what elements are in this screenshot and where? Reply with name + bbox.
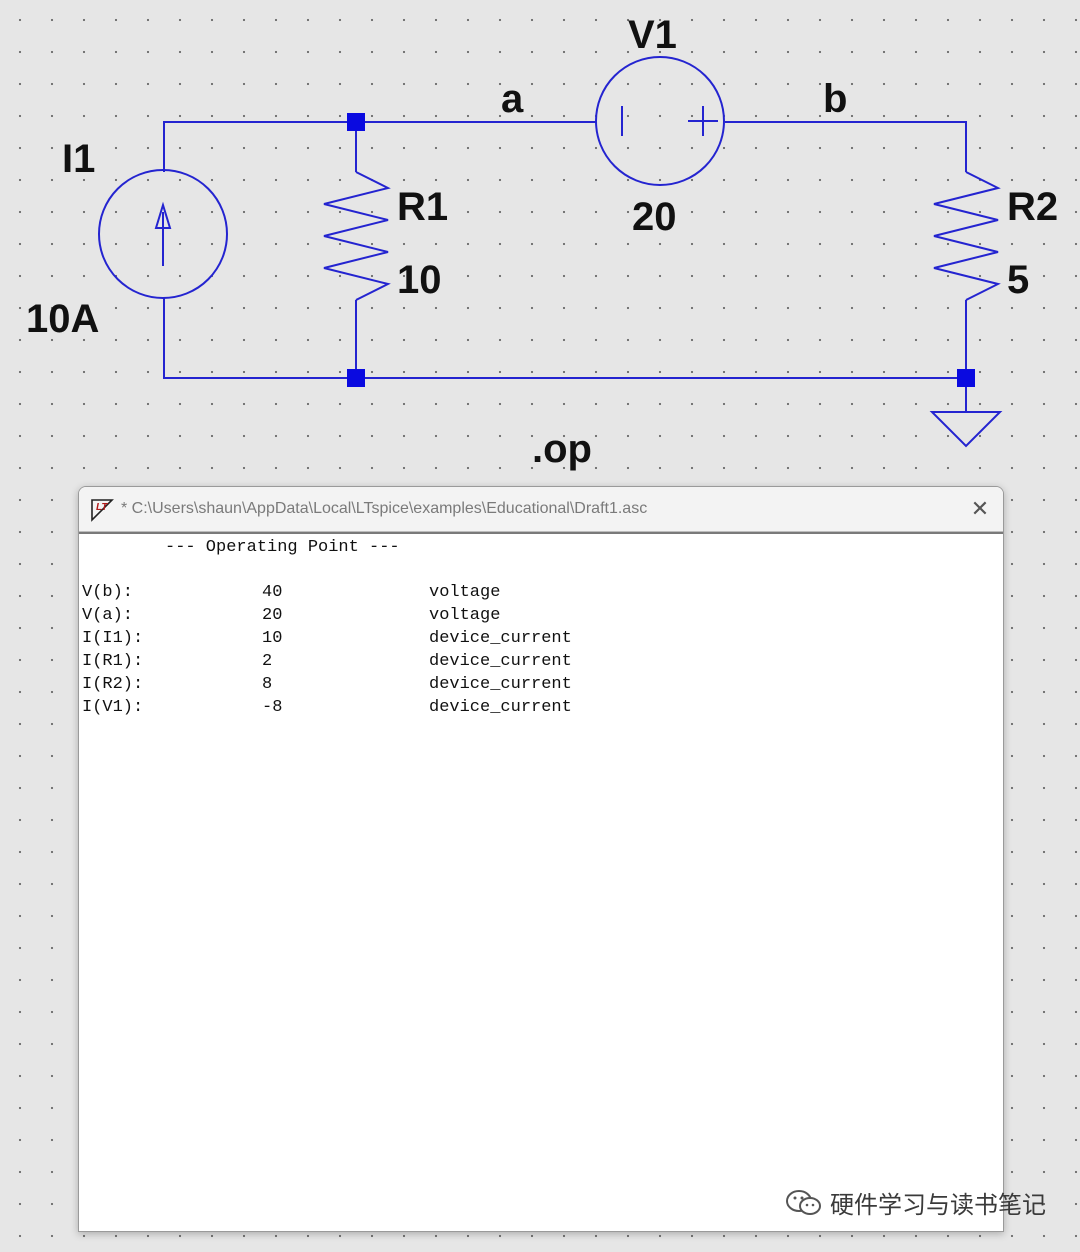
result-type: device_current <box>429 675 572 694</box>
net-label-b: b <box>823 77 847 121</box>
r2-label: R2 <box>1007 185 1058 229</box>
result-row: V(a): 20 voltage <box>82 606 682 629</box>
wire[interactable] <box>163 298 966 379</box>
result-row: V(b): 40 voltage <box>82 583 682 606</box>
i1-value: 10A <box>26 297 99 341</box>
result-value: 8 <box>262 675 273 694</box>
watermark: 硬件学习与读书笔记 <box>784 1185 1046 1220</box>
junction-node[interactable] <box>957 369 975 387</box>
result-row: I(V1): -8 device_current <box>82 698 682 721</box>
ground-symbol[interactable] <box>929 378 1003 448</box>
result-name: I(R2): <box>82 675 144 694</box>
wire[interactable] <box>725 121 967 172</box>
result-type: voltage <box>429 606 501 625</box>
current-source-i1[interactable] <box>98 169 228 299</box>
result-row: I(I1): 10 device_current <box>82 629 682 652</box>
op-directive[interactable]: .op <box>532 427 592 471</box>
v1-value: 20 <box>632 195 677 239</box>
result-value: 20 <box>262 606 283 625</box>
result-value: -8 <box>262 698 283 717</box>
operating-point-window[interactable]: LT * C:\Users\shaun\AppData\Local\LTspic… <box>78 486 1004 1232</box>
result-type: device_current <box>429 629 572 648</box>
net-label-a: a <box>501 77 524 121</box>
result-name: I(R1): <box>82 652 144 671</box>
watermark-text: 硬件学习与读书笔记 <box>830 1191 1046 1219</box>
wire[interactable] <box>163 121 596 172</box>
result-value: 40 <box>262 583 283 602</box>
result-name: V(a): <box>82 606 134 625</box>
ltspice-app-icon: LT <box>91 499 114 522</box>
resistor-r1[interactable] <box>323 171 391 301</box>
result-value: 10 <box>262 629 283 648</box>
schematic-canvas[interactable]: I1 10A R1 10 V1 20 R2 5 a b .op <box>0 0 1080 480</box>
result-type: device_current <box>429 652 572 671</box>
voltage-source-v1[interactable] <box>595 56 725 186</box>
close-button[interactable]: ✕ <box>957 487 1003 531</box>
i1-label: I1 <box>62 137 95 181</box>
result-row: I(R2): 8 device_current <box>82 675 682 698</box>
result-name: V(b): <box>82 583 134 602</box>
result-name: I(I1): <box>82 629 144 648</box>
operating-point-heading: --- Operating Point --- <box>165 538 400 557</box>
v1-label: V1 <box>628 13 677 57</box>
r1-label: R1 <box>397 185 448 229</box>
close-icon[interactable]: ✕ <box>971 496 989 522</box>
junction-node[interactable] <box>347 369 365 387</box>
output-log[interactable]: --- Operating Point --- V(b): 40 voltage… <box>79 532 1003 1231</box>
result-name: I(V1): <box>82 698 144 717</box>
r1-value: 10 <box>397 258 442 302</box>
result-type: voltage <box>429 583 501 602</box>
wechat-icon <box>786 1189 821 1215</box>
result-type: device_current <box>429 698 572 717</box>
r2-value: 5 <box>1007 258 1029 302</box>
result-value: 2 <box>262 652 273 671</box>
svg-text:LT: LT <box>96 502 108 513</box>
window-title: * C:\Users\shaun\AppData\Local\LTspice\e… <box>121 500 648 517</box>
result-row: I(R1): 2 device_current <box>82 652 682 675</box>
window-titlebar[interactable]: LT * C:\Users\shaun\AppData\Local\LTspic… <box>79 487 1003 532</box>
resistor-r2[interactable] <box>933 171 1001 301</box>
junction-node[interactable] <box>347 113 365 131</box>
